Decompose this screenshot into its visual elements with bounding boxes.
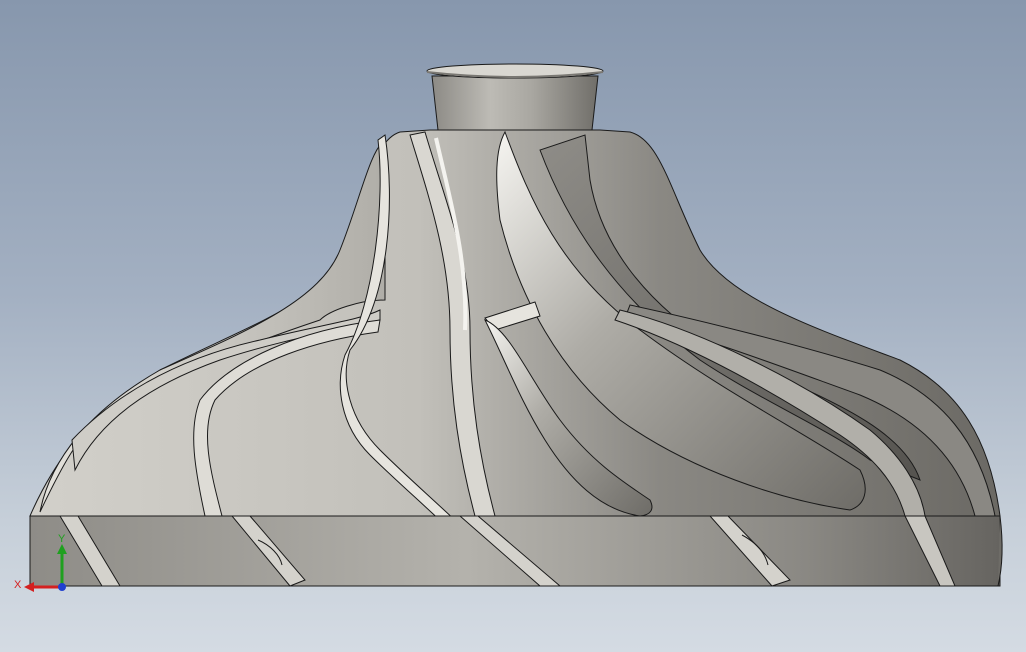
cad-viewport[interactable]: X Y bbox=[0, 0, 1026, 652]
impeller-nose bbox=[431, 75, 599, 131]
impeller-model[interactable] bbox=[0, 0, 1026, 652]
z-axis-icon bbox=[58, 583, 66, 591]
impeller-nose-top bbox=[426, 63, 604, 79]
y-axis-label: Y bbox=[58, 533, 66, 545]
x-axis-label: X bbox=[14, 579, 22, 591]
coordinate-triad: X Y bbox=[14, 533, 67, 592]
